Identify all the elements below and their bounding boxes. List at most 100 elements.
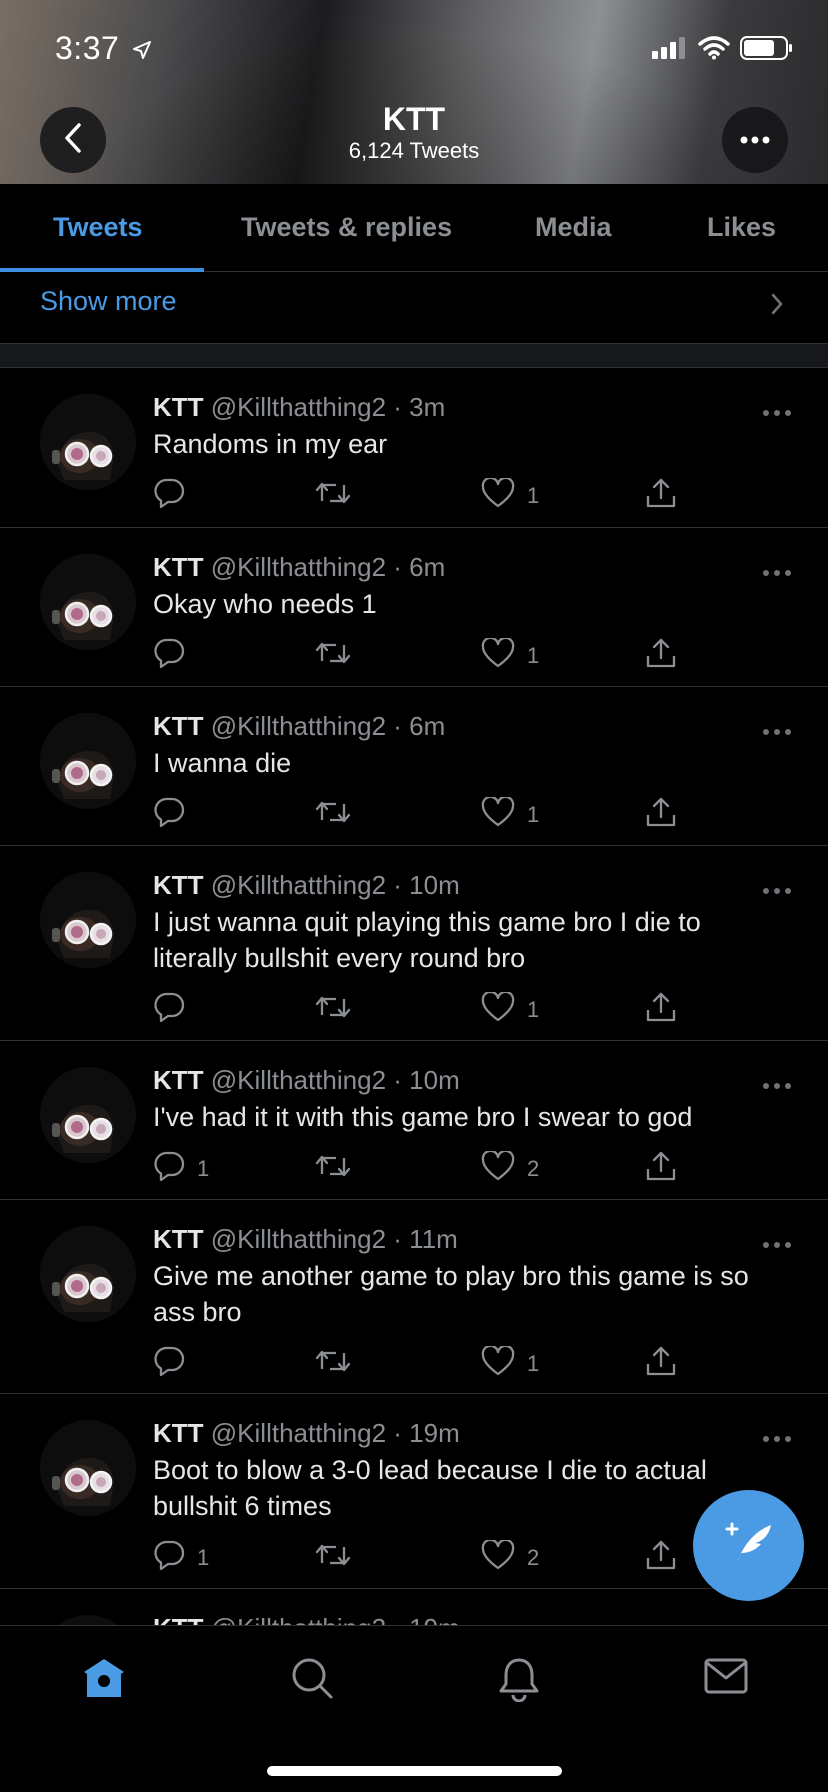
reply-button[interactable] — [153, 992, 197, 1028]
reply-icon — [153, 1540, 185, 1576]
like-button[interactable]: 1 — [481, 990, 540, 1028]
search-icon[interactable] — [290, 1656, 334, 1705]
retweet-button[interactable] — [314, 993, 352, 1027]
share-button[interactable] — [645, 796, 677, 834]
compose-feather-icon — [721, 1515, 777, 1576]
tweet-author-name[interactable]: KTT — [153, 392, 204, 422]
like-button[interactable]: 1 — [481, 636, 539, 674]
avatar[interactable] — [40, 554, 136, 650]
tweet-author-handle[interactable]: @Killthatthing2 — [211, 1224, 386, 1254]
tweet[interactable]: KTT @Killthatthing2 · 6m Okay who needs … — [0, 528, 828, 687]
avatar[interactable] — [40, 394, 136, 490]
like-count: 1 — [527, 997, 540, 1022]
like-button[interactable]: 2 — [481, 1538, 539, 1576]
reply-button[interactable]: 1 — [153, 1151, 209, 1187]
tab-likes[interactable]: Likes — [707, 212, 776, 243]
tweet-author-handle[interactable]: @Killthatthing2 — [211, 392, 386, 422]
share-icon — [645, 1345, 677, 1383]
chevron-right-icon — [770, 292, 784, 321]
reply-icon — [153, 992, 185, 1028]
bell-icon[interactable] — [497, 1656, 541, 1707]
share-icon — [645, 991, 677, 1029]
tweet-timestamp: · 10m — [393, 1065, 460, 1095]
share-button[interactable] — [645, 637, 677, 675]
tweet-more-button[interactable] — [762, 1430, 792, 1448]
share-button[interactable] — [645, 1345, 677, 1383]
retweet-button[interactable] — [314, 479, 352, 513]
reply-button[interactable] — [153, 638, 197, 674]
bottom-navigation — [0, 1625, 828, 1792]
avatar[interactable] — [40, 1067, 136, 1163]
share-icon — [645, 1150, 677, 1188]
reply-button[interactable] — [153, 1346, 197, 1382]
tweet[interactable]: KTT @Killthatthing2 · 10m I've had it it… — [0, 1041, 828, 1200]
tweet-author-name[interactable]: KTT — [153, 1065, 204, 1095]
share-button[interactable] — [645, 1539, 677, 1577]
tweet-author-handle[interactable]: @Killthatthing2 — [211, 711, 386, 741]
home-icon[interactable] — [81, 1656, 127, 1705]
tweet-more-button[interactable] — [762, 404, 792, 422]
tweet-author-handle[interactable]: @Killthatthing2 — [211, 552, 386, 582]
tweet-author-handle[interactable]: @Killthatthing2 — [211, 1418, 386, 1448]
tweet-timestamp: · 6m — [393, 552, 446, 582]
tweet-author-name[interactable]: KTT — [153, 711, 204, 741]
avatar[interactable] — [40, 1226, 136, 1322]
tweet-more-button[interactable] — [762, 564, 792, 582]
tab-tweets-and-replies[interactable]: Tweets & replies — [241, 212, 452, 243]
tweet-author-name[interactable]: KTT — [153, 1418, 204, 1448]
tweet-timestamp: · 10m — [393, 870, 460, 900]
tweet[interactable]: KTT @Killthatthing2 · 3m Randoms in my e… — [0, 368, 828, 528]
retweet-button[interactable] — [314, 798, 352, 832]
retweet-button[interactable] — [314, 1152, 352, 1186]
tweet-author-name[interactable]: KTT — [153, 1224, 204, 1254]
like-button[interactable]: 1 — [481, 795, 539, 833]
tweet-more-button[interactable] — [762, 1077, 792, 1095]
tweet-author-name[interactable]: KTT — [153, 552, 204, 582]
retweet-button[interactable] — [314, 1347, 352, 1381]
share-button[interactable] — [645, 477, 677, 515]
tweet-timestamp: · 19m — [393, 1418, 460, 1448]
tweet[interactable]: KTT @Killthatthing2 · 6m I wanna die 1 — [0, 687, 828, 846]
share-button[interactable] — [645, 1150, 677, 1188]
like-button[interactable]: 2 — [481, 1149, 539, 1187]
heart-icon — [481, 636, 515, 674]
retweet-icon — [314, 1347, 352, 1381]
tweet[interactable]: KTT @Killthatthing2 · 11m Give me anothe… — [0, 1200, 828, 1394]
reply-button[interactable] — [153, 797, 197, 833]
tab-media[interactable]: Media — [535, 212, 612, 243]
reply-icon — [153, 1151, 185, 1187]
retweet-button[interactable] — [314, 639, 352, 673]
tweet-text: I wanna die — [153, 748, 292, 778]
compose-tweet-button[interactable] — [693, 1490, 804, 1601]
avatar[interactable] — [40, 713, 136, 809]
tweet-author-name[interactable]: KTT — [153, 870, 204, 900]
retweet-icon — [314, 479, 352, 513]
tweet-more-button[interactable] — [762, 1236, 792, 1254]
tweet-header: KTT @Killthatthing2 · 3m — [153, 392, 445, 423]
tweet-text: Okay who needs 1 — [153, 589, 377, 619]
tweet-text: Randoms in my ear — [153, 429, 388, 459]
like-button[interactable]: 1 — [481, 1344, 539, 1382]
reply-button[interactable] — [153, 478, 197, 514]
show-more-row[interactable]: Show more — [0, 272, 828, 344]
tweet-more-button[interactable] — [762, 723, 792, 741]
share-button[interactable] — [645, 991, 677, 1029]
tweet[interactable]: KTT @Killthatthing2 · 10m I just wanna q… — [0, 846, 828, 1041]
avatar[interactable] — [40, 1420, 136, 1516]
retweet-icon — [314, 639, 352, 673]
tweet-more-button[interactable] — [762, 882, 792, 900]
mail-icon[interactable] — [703, 1656, 749, 1701]
show-more-link[interactable]: Show more — [40, 286, 177, 317]
tab-tweets[interactable]: Tweets — [53, 212, 143, 243]
more-options-button[interactable] — [722, 107, 788, 173]
wifi-icon — [698, 36, 730, 65]
like-button[interactable]: 1 — [481, 476, 539, 514]
reply-button[interactable]: 1 — [153, 1540, 209, 1576]
retweet-button[interactable] — [314, 1541, 352, 1575]
avatar[interactable] — [40, 872, 136, 968]
tweet-author-handle[interactable]: @Killthatthing2 — [211, 870, 386, 900]
tweet-header: KTT @Killthatthing2 · 6m — [153, 711, 445, 742]
profile-title: KTT — [382, 101, 446, 137]
tweet-author-handle[interactable]: @Killthatthing2 — [211, 1065, 386, 1095]
ellipsis-icon — [740, 131, 770, 149]
